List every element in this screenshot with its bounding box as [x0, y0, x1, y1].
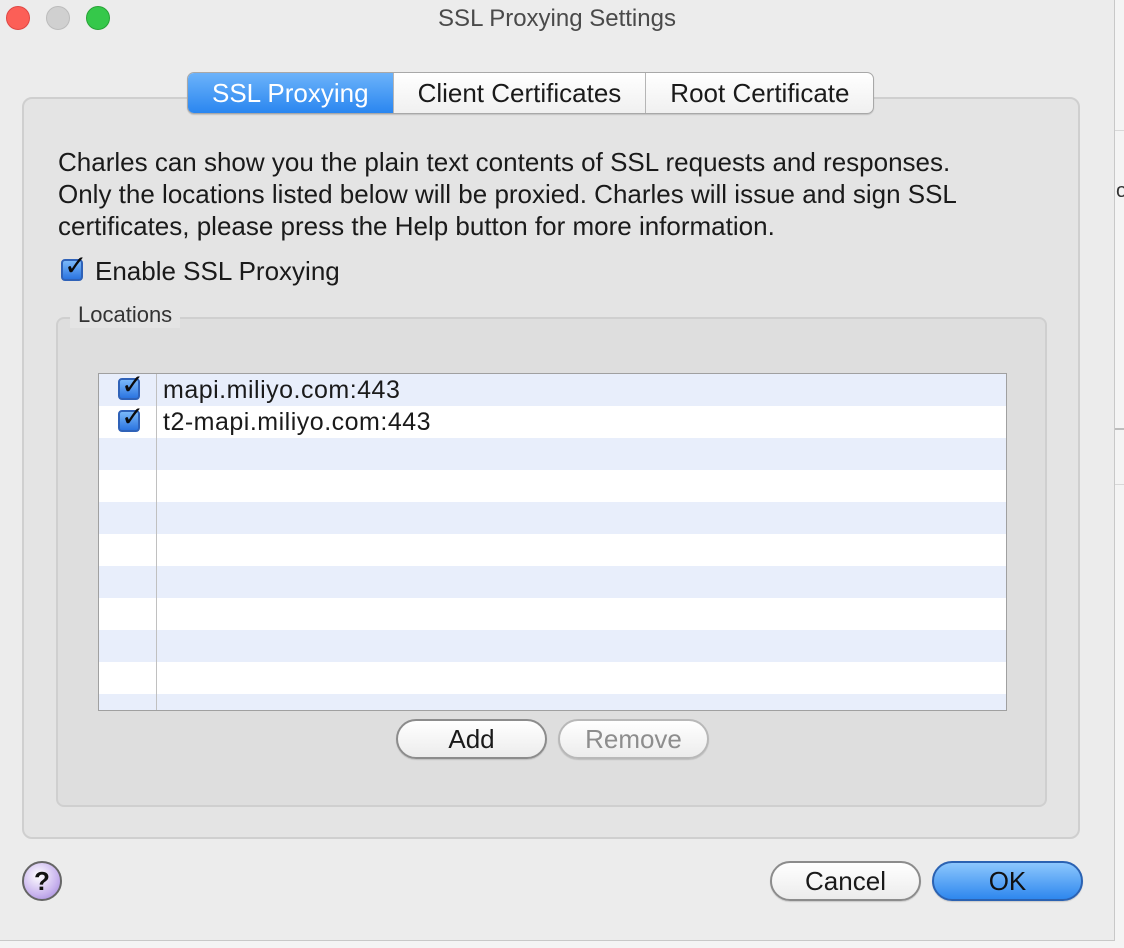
- empty-row: [99, 534, 1006, 566]
- ok-button[interactable]: OK: [932, 861, 1083, 901]
- divider: [1115, 428, 1124, 430]
- empty-row: [99, 630, 1006, 662]
- divider: [1115, 130, 1124, 131]
- location-enabled-checkbox[interactable]: ✓: [118, 374, 144, 400]
- empty-row: [99, 566, 1006, 598]
- tab-root-certificate[interactable]: Root Certificate: [646, 73, 873, 113]
- background-window-edge: o: [1115, 0, 1124, 948]
- empty-row: [99, 694, 1006, 710]
- title-bar[interactable]: SSL Proxying Settings: [0, 0, 1114, 38]
- tab-ssl-proxying[interactable]: SSL Proxying: [188, 73, 394, 113]
- checkmark-icon: ✓: [64, 250, 88, 281]
- empty-row: [99, 502, 1006, 534]
- dialog-window: SSL Proxying Settings SSL Proxying Clien…: [0, 0, 1115, 941]
- add-location-button[interactable]: Add: [396, 719, 547, 759]
- empty-row: [99, 470, 1006, 502]
- column-divider[interactable]: [156, 374, 157, 710]
- background-text-fragment: o: [1116, 180, 1124, 202]
- tab-bar: SSL Proxying Client Certificates Root Ce…: [187, 72, 875, 114]
- locations-group-label: Locations: [70, 302, 181, 328]
- description-text: Charles can show you the plain text cont…: [58, 146, 1068, 242]
- background-bottom-edge: [0, 941, 1124, 948]
- description-line-3: certificates, please press the Help butt…: [58, 211, 775, 241]
- location-host: t2-mapi.miliyo.com:443: [163, 408, 432, 436]
- tab-client-certificates[interactable]: Client Certificates: [394, 73, 647, 113]
- description-line-2: Only the locations listed below will be …: [58, 179, 957, 209]
- locations-table[interactable]: ✓ mapi.miliyo.com:443 ✓ t2-mapi.miliyo.c…: [98, 373, 1007, 711]
- enable-ssl-proxying-label[interactable]: Enable SSL Proxying: [95, 256, 340, 287]
- location-host: mapi.miliyo.com:443: [163, 376, 401, 404]
- table-row[interactable]: ✓ mapi.miliyo.com:443: [99, 374, 1006, 406]
- location-enabled-checkbox[interactable]: ✓: [118, 402, 144, 432]
- table-row[interactable]: ✓ t2-mapi.miliyo.com:443: [99, 402, 1006, 438]
- cancel-button[interactable]: Cancel: [770, 861, 921, 901]
- checkmark-icon: ✓: [121, 373, 145, 400]
- window-title: SSL Proxying Settings: [438, 5, 676, 32]
- checkmark-icon: ✓: [121, 401, 145, 432]
- enable-ssl-proxying-checkbox[interactable]: ✓: [61, 251, 87, 281]
- description-line-1: Charles can show you the plain text cont…: [58, 147, 951, 177]
- empty-row: [99, 438, 1006, 470]
- remove-location-button[interactable]: Remove: [558, 719, 709, 759]
- divider: [1115, 484, 1124, 485]
- empty-row: [99, 662, 1006, 694]
- help-button[interactable]: ?: [22, 861, 62, 901]
- empty-row: [99, 598, 1006, 630]
